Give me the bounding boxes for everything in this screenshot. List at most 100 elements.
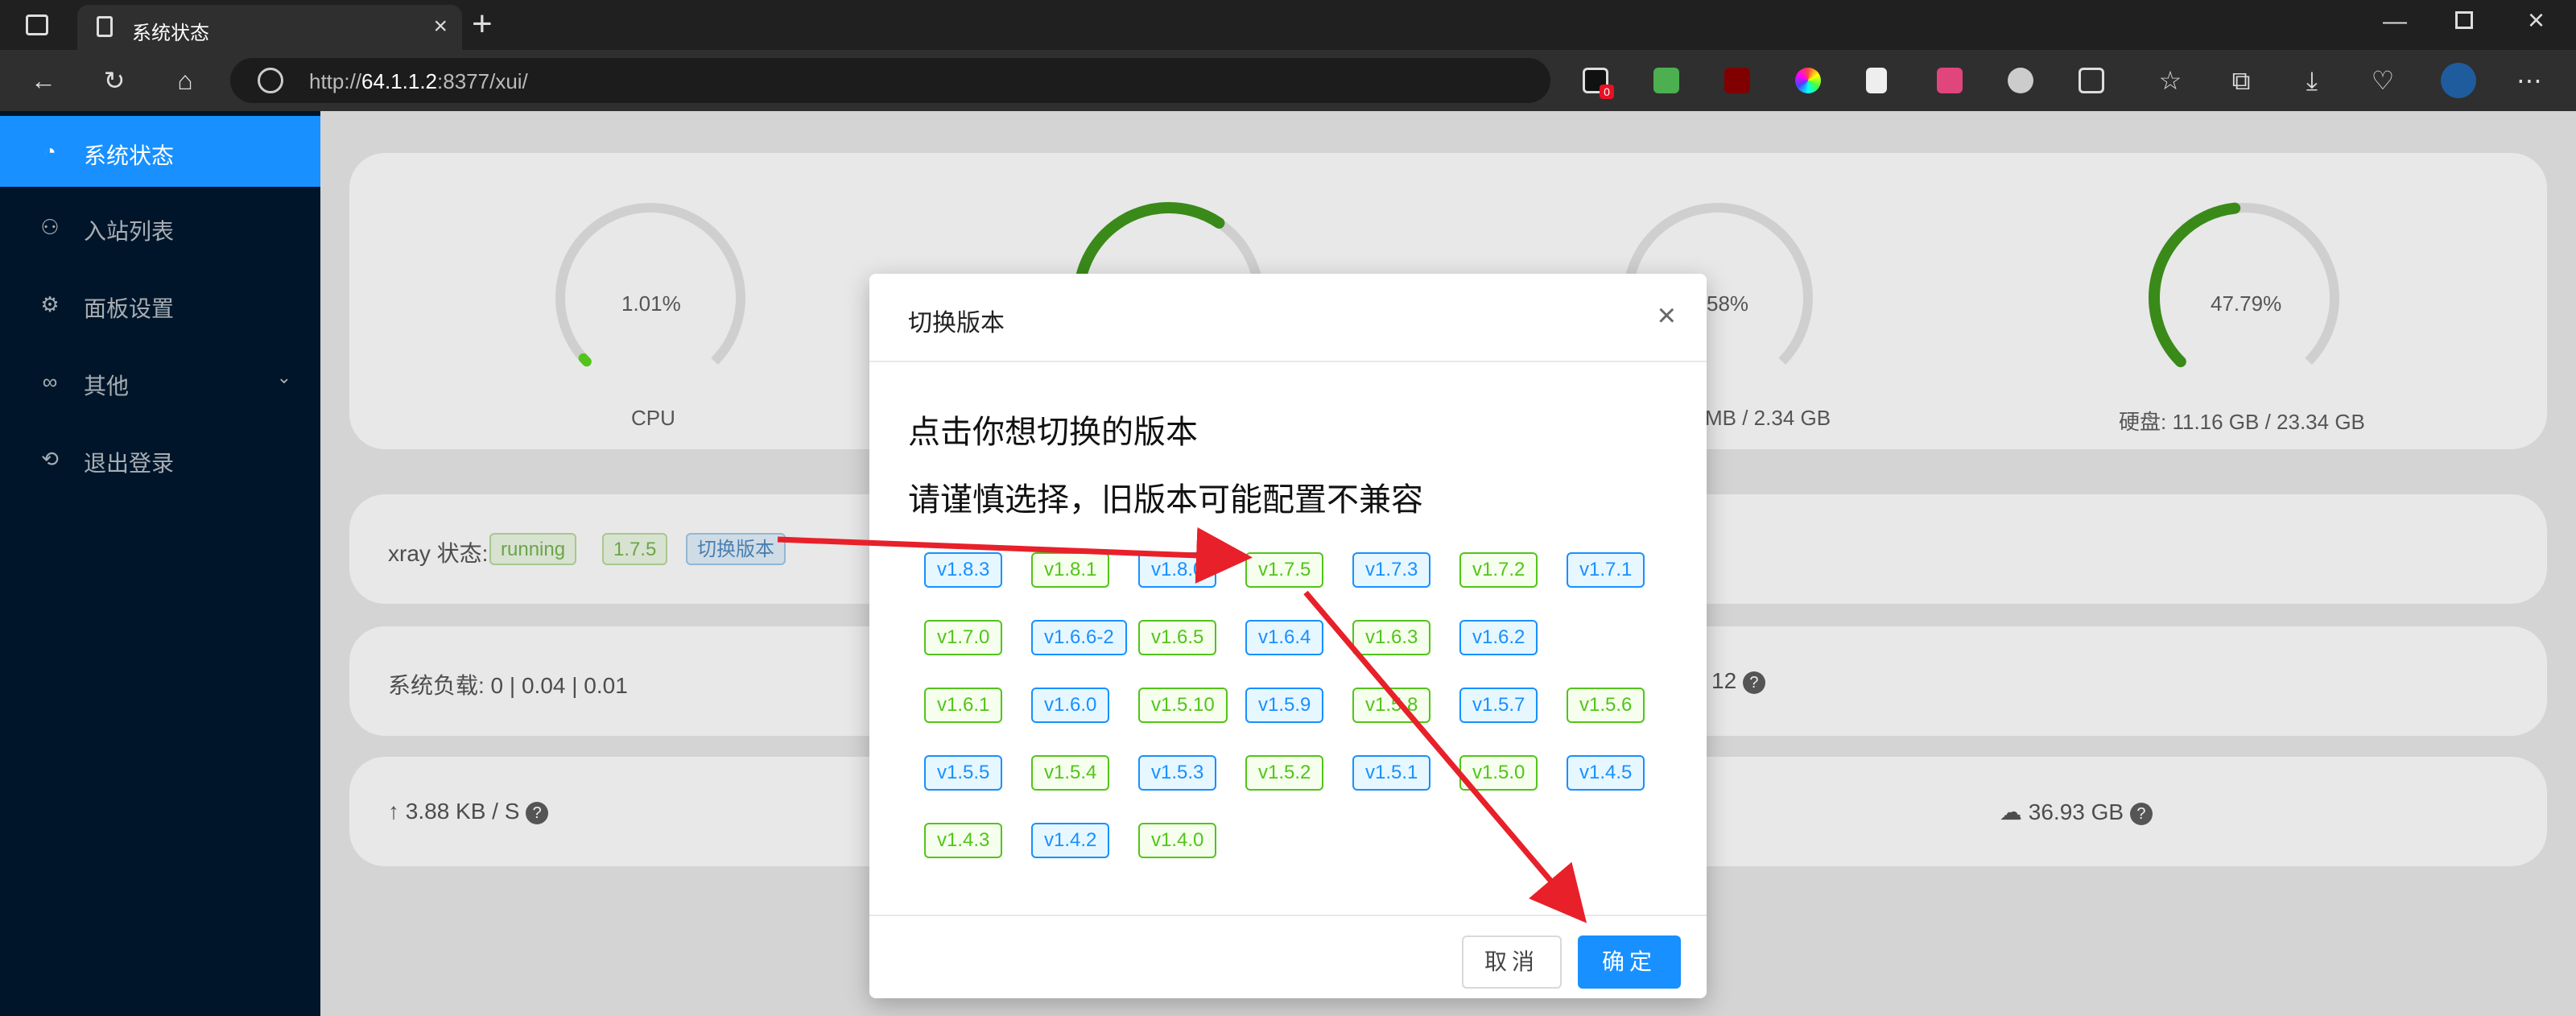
extensions-icon[interactable] xyxy=(2079,68,2104,93)
browser-tab[interactable]: 系统状态 × xyxy=(77,5,462,50)
version-tag[interactable]: v1.4.0 xyxy=(1138,823,1217,858)
version-tag[interactable]: v1.8.1 xyxy=(1031,552,1110,588)
cancel-button[interactable]: 取消 xyxy=(1462,935,1562,989)
version-tag[interactable]: v1.5.5 xyxy=(924,755,1003,791)
browser-toolbar: ← ↻ ⌂ http://64.1.1.2:8377/xui/ 0 ☆ ⧉ ⤓ … xyxy=(0,50,2576,111)
modal-warning: 请谨慎选择，旧版本可能配置不兼容 xyxy=(908,482,1423,518)
version-tag[interactable]: v1.6.3 xyxy=(1352,620,1431,655)
upload-speed: ↑ 3.88 KB / S ? xyxy=(388,799,549,824)
home-icon[interactable]: ⌂ xyxy=(169,64,201,97)
logout-icon: ⟲ xyxy=(41,447,59,471)
translate-icon[interactable] xyxy=(1937,68,1963,93)
sidebar: ◔ 系统状态 ⚇ 入站列表 ⚙ 面板设置 ∞ 其他 ⌄ ⟲ 退出登录 xyxy=(0,111,320,1016)
modal-footer: 取消 确定 xyxy=(869,915,1707,998)
disk-gauge-label: 硬盘: 11.16 GB / 23.34 GB xyxy=(2119,410,2365,434)
version-tag[interactable]: v1.6.0 xyxy=(1031,688,1110,723)
color-picker-icon[interactable] xyxy=(1795,68,1821,93)
sidebar-item-label: 其他 xyxy=(84,374,130,399)
version-tag[interactable]: v1.6.6-2 xyxy=(1031,620,1127,655)
address-bar[interactable]: http://64.1.1.2:8377/xui/ xyxy=(230,58,1550,103)
version-tag[interactable]: v1.5.3 xyxy=(1138,755,1217,791)
help-icon: ? xyxy=(526,801,549,824)
ublock-icon[interactable] xyxy=(1724,68,1750,93)
extension-camera-icon[interactable]: 0 xyxy=(1583,68,1614,99)
version-tag[interactable]: v1.5.0 xyxy=(1459,755,1538,791)
version-tag[interactable]: v1.7.1 xyxy=(1567,552,1645,588)
version-tag[interactable]: v1.5.8 xyxy=(1352,688,1431,723)
version-tag[interactable]: v1.5.2 xyxy=(1245,755,1324,791)
gear-icon: ⚙ xyxy=(40,292,60,316)
eyes-icon[interactable] xyxy=(2008,68,2033,93)
version-tag[interactable]: v1.4.3 xyxy=(924,823,1003,858)
sidebar-item-logout[interactable]: ⟲ 退出登录 xyxy=(0,423,320,494)
more-icon[interactable]: ⋯ xyxy=(2513,64,2545,97)
version-tag[interactable]: v1.5.7 xyxy=(1459,688,1538,723)
switch-version-modal: 切换版本 × 点击你想切换的版本 请谨慎选择，旧版本可能配置不兼容 v1.8.3… xyxy=(869,274,1707,998)
modal-header: 切换版本 × xyxy=(869,274,1707,362)
favorites-icon[interactable]: ☆ xyxy=(2154,64,2186,97)
disk-gauge-value: 47.79% xyxy=(2211,291,2282,316)
version-tag[interactable]: v1.6.4 xyxy=(1245,620,1324,655)
chevron-down-icon: ⌄ xyxy=(276,367,291,387)
version-tag[interactable]: v1.8.3 xyxy=(924,552,1003,588)
version-tag[interactable]: v1.5.1 xyxy=(1352,755,1431,791)
sidebar-item-label: 入站列表 xyxy=(84,219,175,244)
extension-badge: 0 xyxy=(1600,85,1614,99)
version-tag[interactable]: v1.6.5 xyxy=(1138,620,1217,655)
close-icon[interactable]: × xyxy=(1657,298,1676,334)
version-tag[interactable]: v1.5.9 xyxy=(1245,688,1324,723)
version-tag[interactable]: v1.6.2 xyxy=(1459,620,1538,655)
modal-instruction: 点击你想切换的版本 xyxy=(908,415,1198,450)
refresh-icon[interactable]: ↻ xyxy=(98,64,130,97)
minimize-button[interactable]: — xyxy=(2383,8,2407,35)
version-tag[interactable]: v1.5.4 xyxy=(1031,755,1110,791)
version-tag[interactable]: v1.6.1 xyxy=(924,688,1003,723)
sidebar-item-other[interactable]: ∞ 其他 ⌄ xyxy=(0,346,320,417)
page-icon xyxy=(97,16,113,37)
sidebar-item-inbounds[interactable]: ⚇ 入站列表 xyxy=(0,192,320,262)
extension-grid-icon[interactable] xyxy=(1653,68,1679,93)
version-tag[interactable]: v1.7.2 xyxy=(1459,552,1538,588)
version-tag[interactable]: v1.4.5 xyxy=(1567,755,1645,791)
sidebar-item-label: 面板设置 xyxy=(84,296,175,321)
sidebar-item-status[interactable]: ◔ 系统状态 xyxy=(0,116,320,187)
user-icon: ⚇ xyxy=(40,215,60,239)
version-tag[interactable]: v1.4.2 xyxy=(1031,823,1110,858)
globe-icon xyxy=(258,68,283,93)
tab-title: 系统状态 xyxy=(132,23,209,44)
document-icon[interactable] xyxy=(1866,68,1887,93)
collections-icon[interactable]: ⧉ xyxy=(2225,64,2257,97)
version-tag[interactable]: v1.5.10 xyxy=(1138,688,1228,723)
cpu-gauge-label: CPU xyxy=(631,406,675,430)
version-tag[interactable]: v1.7.0 xyxy=(924,620,1003,655)
download-icon[interactable]: ⤓ xyxy=(2296,64,2328,97)
back-icon[interactable]: ← xyxy=(27,64,60,97)
new-tab-button[interactable]: + xyxy=(472,6,493,42)
modal-title: 切换版本 xyxy=(908,310,1005,337)
dashboard-icon: ◔ xyxy=(43,139,56,163)
sidebar-item-settings[interactable]: ⚙ 面板设置 xyxy=(0,269,320,340)
system-load: 系统负载: 0 | 0.04 | 0.01 xyxy=(388,673,628,698)
version-tag[interactable]: v1.5.6 xyxy=(1567,688,1645,723)
download-total: ☁ 36.93 GB ? xyxy=(2000,799,2153,825)
version-tag[interactable]: v1.8.0 xyxy=(1138,552,1217,588)
cpu-gauge-value: 1.01% xyxy=(621,291,681,316)
sidebar-item-label: 系统状态 xyxy=(84,143,175,168)
tab-actions-icon[interactable] xyxy=(26,14,48,35)
performance-icon[interactable]: ♡ xyxy=(2367,64,2399,97)
gauge-3-value: 58% xyxy=(1707,291,1749,316)
switch-version-tag[interactable]: 切换版本 xyxy=(686,533,786,565)
close-window-button[interactable]: × xyxy=(2528,3,2545,37)
sidebar-item-label: 退出登录 xyxy=(84,451,175,476)
link-icon: ∞ xyxy=(42,370,58,394)
version-tag[interactable]: v1.7.3 xyxy=(1352,552,1431,588)
browser-tab-bar: 系统状态 × + — × xyxy=(0,0,2576,50)
help-icon: ? xyxy=(1742,671,1765,694)
version-tag[interactable]: v1.7.5 xyxy=(1245,552,1324,588)
avatar[interactable] xyxy=(2441,63,2476,98)
ok-button[interactable]: 确定 xyxy=(1578,935,1681,989)
xray-version-tag: 1.7.5 xyxy=(602,533,668,565)
close-tab-icon[interactable]: × xyxy=(433,13,448,40)
restore-button[interactable] xyxy=(2455,11,2473,29)
gauge-3-label: MB / 2.34 GB xyxy=(1705,406,1831,430)
